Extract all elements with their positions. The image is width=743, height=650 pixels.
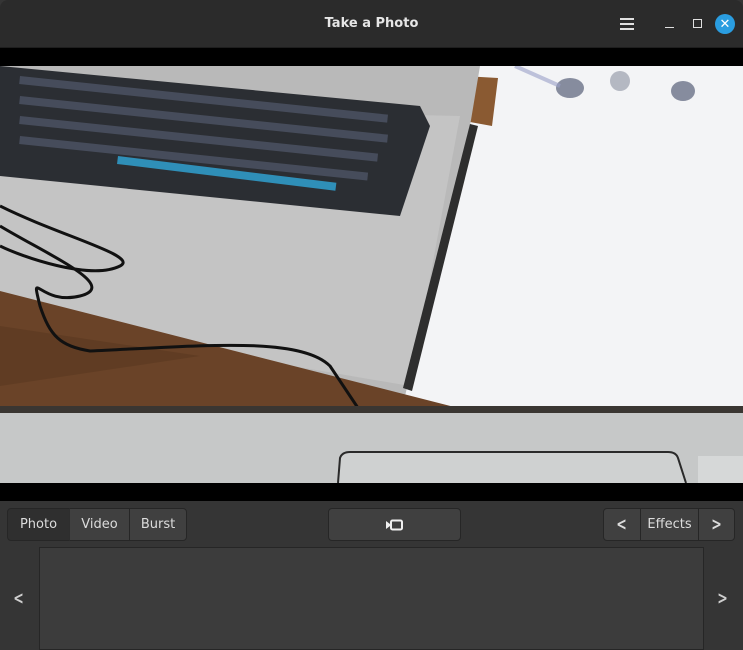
chevron-left-icon: < <box>617 514 628 535</box>
thumbnails-next-button[interactable]: > <box>704 547 742 650</box>
thumbnail-gallery[interactable] <box>39 547 704 650</box>
thumbnail-strip: < > <box>0 547 743 650</box>
title-bar: Take a Photo ✕ <box>0 0 743 48</box>
photo-mode-button[interactable]: Photo <box>7 508 70 541</box>
chevron-right-icon: > <box>718 588 729 609</box>
chevron-right-icon: > <box>711 514 722 535</box>
effects-button[interactable]: Effects <box>640 508 699 541</box>
camera-viewfinder <box>0 48 743 501</box>
effects-next-button[interactable]: > <box>698 508 735 541</box>
burst-mode-button[interactable]: Burst <box>129 508 187 541</box>
effects-previous-button[interactable]: < <box>603 508 641 541</box>
camera-preview-scene <box>0 66 743 483</box>
take-photo-button[interactable] <box>328 508 461 541</box>
hamburger-menu-icon[interactable] <box>617 14 637 34</box>
take-a-photo-window: Take a Photo ✕ <box>0 0 743 650</box>
maximize-icon[interactable] <box>688 14 708 34</box>
thumbnails-previous-button[interactable]: < <box>0 547 38 650</box>
camera-shutter-icon <box>386 519 404 531</box>
minimize-icon[interactable] <box>660 14 680 34</box>
chevron-left-icon: < <box>14 588 25 609</box>
camera-preview-image <box>0 66 743 483</box>
video-mode-button[interactable]: Video <box>69 508 130 541</box>
close-icon[interactable]: ✕ <box>715 14 735 34</box>
capture-toolbar: Photo Video Burst < Effects > <box>0 501 743 547</box>
